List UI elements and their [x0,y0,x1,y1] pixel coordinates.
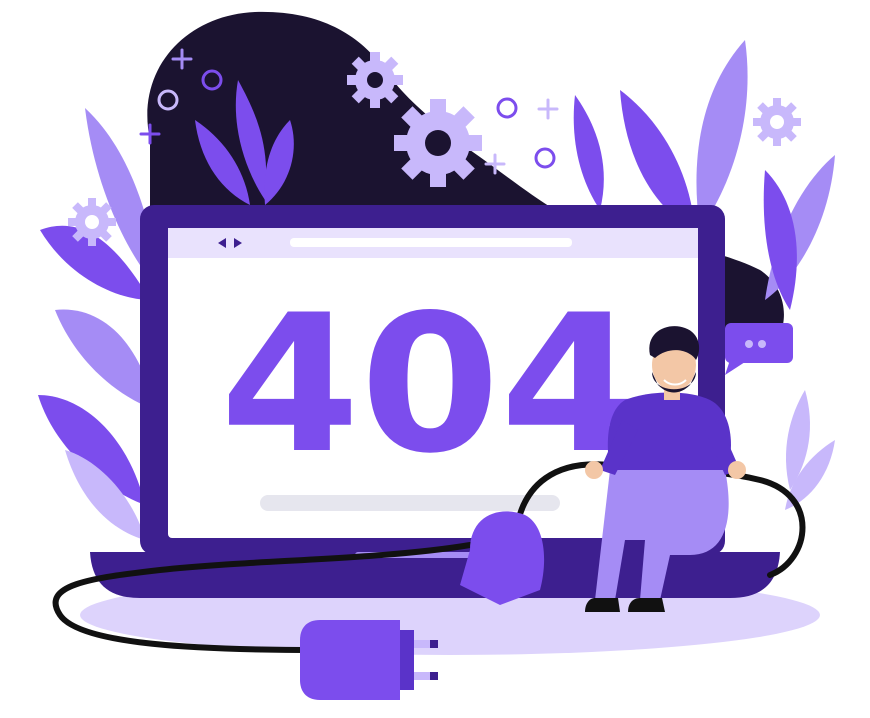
leaf-icon [696,40,748,230]
ring-icon [496,97,518,119]
gear-icon [753,98,801,146]
sparkle-icon [537,98,559,120]
gear-icon [68,198,116,246]
ring-icon [534,147,556,169]
leaf-icon [573,95,604,210]
content-placeholder-bar [260,495,560,511]
error-code-text: 404 [220,274,640,495]
chat-bubble-icon [725,323,793,375]
gear-icon [347,52,403,108]
gear-icon [394,99,482,187]
address-bar [290,238,572,247]
laptop-base [90,552,780,598]
error-404-illustration: 404 [38,11,835,700]
